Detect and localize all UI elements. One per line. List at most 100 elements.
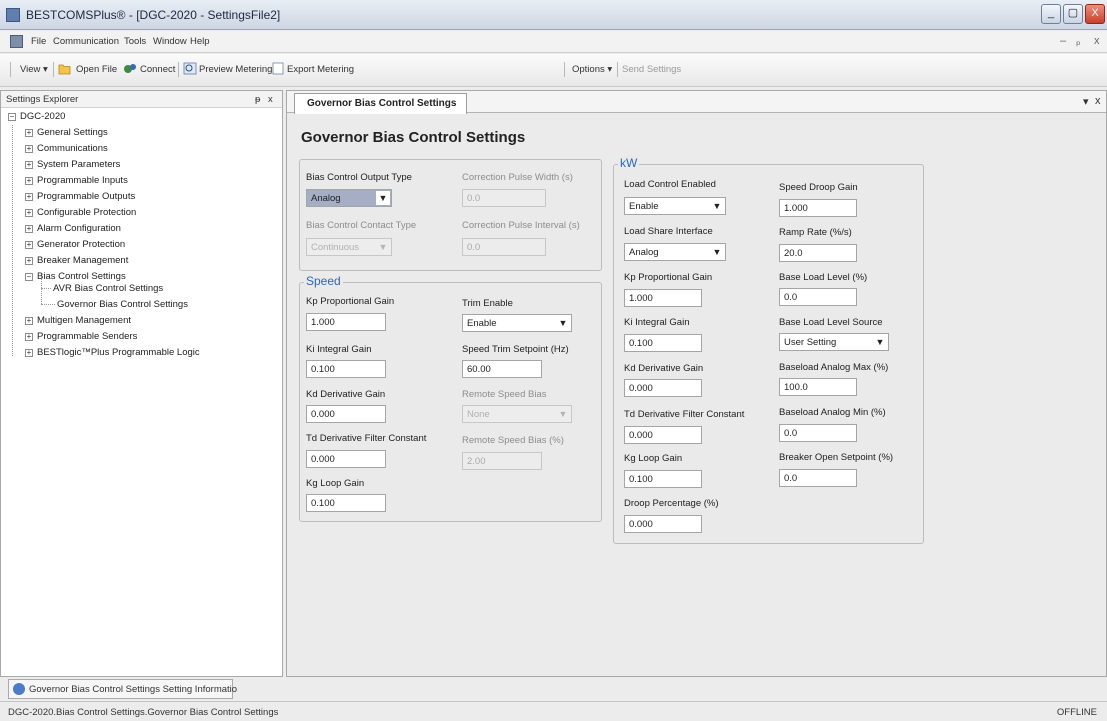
speed-group-title: Speed: [304, 274, 343, 288]
kw-kg-field[interactable]: 0.100: [624, 470, 702, 488]
minimize-button[interactable]: _: [1041, 4, 1061, 24]
breaker-open-setpoint-field[interactable]: 0.0: [779, 469, 857, 487]
speed-kg-field[interactable]: 0.100: [306, 494, 386, 512]
tree-item-communications[interactable]: Communications: [37, 143, 108, 154]
kw-kd-field[interactable]: 0.000: [624, 379, 702, 397]
explorer-close-button[interactable]: x: [268, 94, 273, 105]
droop-percentage-label: Droop Percentage (%): [624, 498, 719, 509]
load-control-select[interactable]: Enable ▼: [624, 197, 726, 215]
expand-icon[interactable]: +: [25, 177, 33, 185]
speed-td-field[interactable]: 0.000: [306, 450, 386, 468]
app-icon: [6, 8, 20, 22]
ramp-rate-field[interactable]: 20.0: [779, 244, 857, 262]
kw-td-field[interactable]: 0.000: [624, 426, 702, 444]
breaker-open-setpoint-label: Breaker Open Setpoint (%): [779, 452, 894, 463]
tree-item-avr-bias-control-settings[interactable]: AVR Bias Control Settings: [53, 283, 163, 294]
expand-icon[interactable]: +: [25, 129, 33, 137]
tree-item-programmable-senders[interactable]: Programmable Senders: [37, 331, 137, 342]
load-share-select[interactable]: Analog ▼: [624, 243, 726, 261]
menu-file[interactable]: File: [31, 36, 46, 47]
tree-item-breaker-management[interactable]: Breaker Management: [37, 255, 128, 266]
speed-kd-field[interactable]: 0.000: [306, 405, 386, 423]
menu-window[interactable]: Window: [153, 36, 187, 47]
kw-ki-field[interactable]: 0.100: [624, 334, 702, 352]
tree-item-programmable-outputs[interactable]: Programmable Outputs: [37, 191, 135, 202]
menu-communication[interactable]: Communication: [53, 36, 119, 47]
speed-ki-field[interactable]: 0.100: [306, 360, 386, 378]
restore-button[interactable]: ▢: [1063, 4, 1083, 24]
view-menu-button[interactable]: View ▾: [20, 64, 48, 75]
pulse-interval-field[interactable]: 0.0: [462, 238, 546, 256]
pin-icon[interactable]: ᵽ: [255, 94, 260, 105]
pulse-width-field[interactable]: 0.0: [462, 189, 546, 207]
tree-item-generator-protection[interactable]: Generator Protection: [37, 239, 125, 250]
document-tabstrip: Governor Bias Control Settings ▾ x: [287, 91, 1106, 114]
remote-speed-bias-pct-field[interactable]: 2.00: [462, 452, 542, 470]
pulse-width-label: Correction Pulse Width (s): [462, 172, 573, 183]
setting-information-tab[interactable]: Governor Bias Control Settings Setting I…: [8, 679, 237, 699]
kw-group: kW Load Control Enabled Enable ▼ Load Sh…: [613, 156, 924, 544]
mdi-minimize-button[interactable]: –: [1060, 35, 1066, 47]
base-load-source-value: User Setting: [784, 337, 837, 348]
preview-metering-button[interactable]: Preview Metering: [199, 64, 272, 75]
expand-icon[interactable]: +: [25, 317, 33, 325]
expand-icon[interactable]: +: [25, 145, 33, 153]
close-button[interactable]: X: [1085, 4, 1105, 24]
expand-icon[interactable]: +: [25, 349, 33, 357]
kw-kp-field[interactable]: 1.000: [624, 289, 702, 307]
bias-control-panel: Bias Control Output Type Analog ▼ Bias C…: [299, 159, 602, 271]
speed-kp-field[interactable]: 1.000: [306, 313, 386, 331]
bias-contact-type-select[interactable]: Continuous ▼: [306, 238, 392, 256]
tree-item-bestlogic-plus[interactable]: BESTlogic™Plus Programmable Logic: [37, 347, 200, 358]
base-load-level-field[interactable]: 0.0: [779, 288, 857, 306]
trim-setpoint-field[interactable]: 60.00: [462, 360, 542, 378]
tree-item-system-parameters[interactable]: System Parameters: [37, 159, 120, 170]
tab-list-dropdown[interactable]: ▾: [1083, 95, 1089, 108]
load-share-label: Load Share Interface: [624, 226, 713, 237]
collapse-icon[interactable]: −: [25, 273, 33, 281]
expand-icon[interactable]: +: [25, 241, 33, 249]
send-settings-button[interactable]: Send Settings: [622, 64, 681, 75]
tree-item-bias-control-settings[interactable]: Bias Control Settings: [37, 271, 126, 282]
expand-icon[interactable]: +: [25, 225, 33, 233]
tab-governor-bias-control-settings[interactable]: Governor Bias Control Settings: [294, 93, 468, 114]
baseload-analog-min-label: Baseload Analog Min (%): [779, 407, 886, 418]
bias-output-type-select[interactable]: Analog ▼: [306, 189, 392, 207]
tree-item-programmable-inputs[interactable]: Programmable Inputs: [37, 175, 128, 186]
chevron-down-icon: ▼: [710, 245, 724, 259]
mdi-close-button[interactable]: x: [1094, 35, 1100, 47]
tree-connector: [12, 125, 13, 356]
speed-droop-gain-field[interactable]: 1.000: [779, 199, 857, 217]
tab-close-button[interactable]: x: [1095, 95, 1101, 107]
expand-icon[interactable]: +: [25, 333, 33, 341]
open-file-button[interactable]: Open File: [76, 64, 117, 75]
tree-item-root[interactable]: DGC-2020: [20, 111, 65, 122]
menu-tools[interactable]: Tools: [124, 36, 146, 47]
collapse-icon[interactable]: −: [8, 113, 16, 121]
base-load-level-label: Base Load Level (%): [779, 272, 868, 283]
expand-icon[interactable]: +: [25, 209, 33, 217]
tree-item-multigen-management[interactable]: Multigen Management: [37, 315, 131, 326]
speed-kd-label: Kd Derivative Gain: [306, 389, 386, 400]
export-metering-button[interactable]: Export Metering: [287, 64, 354, 75]
trim-enable-select[interactable]: Enable ▼: [462, 314, 572, 332]
baseload-analog-min-field[interactable]: 0.0: [779, 424, 857, 442]
expand-icon[interactable]: +: [25, 161, 33, 169]
base-load-source-select[interactable]: User Setting ▼: [779, 333, 889, 351]
bias-output-type-label: Bias Control Output Type: [306, 172, 412, 183]
tree-item-configurable-protection[interactable]: Configurable Protection: [37, 207, 136, 218]
chevron-down-icon: ▼: [710, 199, 724, 213]
remote-speed-bias-select[interactable]: None ▼: [462, 405, 572, 423]
droop-percentage-field[interactable]: 0.000: [624, 515, 702, 533]
tree-item-general-settings[interactable]: General Settings: [37, 127, 108, 138]
expand-icon[interactable]: +: [25, 193, 33, 201]
expand-icon[interactable]: +: [25, 257, 33, 265]
tree-item-governor-bias-control-settings[interactable]: Governor Bias Control Settings: [57, 299, 188, 310]
document-icon[interactable]: [10, 35, 23, 48]
connect-button[interactable]: Connect: [140, 64, 175, 75]
tree-item-alarm-configuration[interactable]: Alarm Configuration: [37, 223, 121, 234]
options-menu-button[interactable]: Options ▾: [572, 64, 612, 75]
mdi-restore-button[interactable]: ₚ: [1076, 35, 1081, 48]
menu-help[interactable]: Help: [190, 36, 210, 47]
baseload-analog-max-field[interactable]: 100.0: [779, 378, 857, 396]
